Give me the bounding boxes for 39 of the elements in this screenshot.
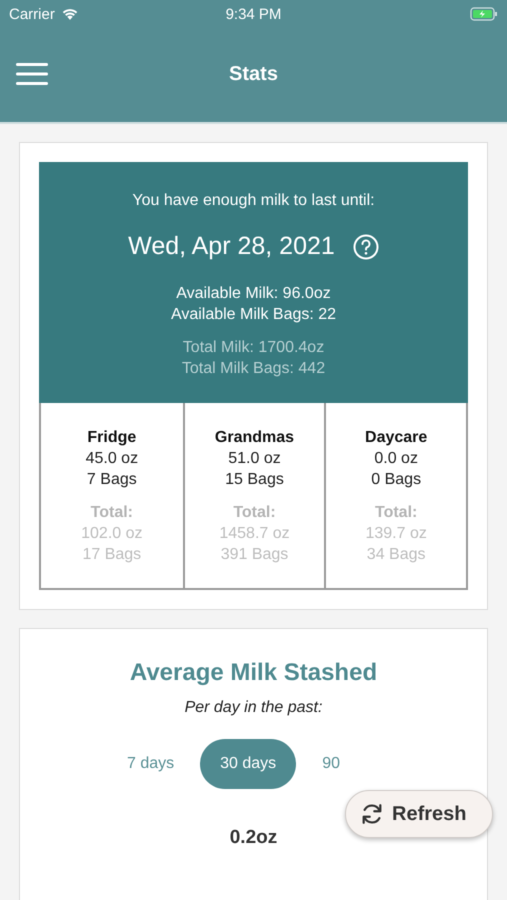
average-value: 0.2oz [230, 827, 278, 849]
location-name: Fridge [87, 428, 136, 448]
carrier-name: Carrier [9, 6, 55, 22]
location-amount: 45.0 oz [86, 449, 138, 469]
menu-icon[interactable] [16, 63, 48, 85]
location-bags: 0 Bags [371, 470, 422, 490]
period-tab[interactable]: 30 days [200, 739, 296, 789]
available-milk: Available Milk: 96.0oz [176, 284, 331, 304]
refresh-button[interactable]: Refresh [345, 790, 493, 838]
headline-text: You have enough milk to last until: [132, 192, 375, 210]
location-bags: 15 Bags [225, 470, 284, 490]
status-time: 9:34 PM [224, 6, 282, 22]
location-amount: 51.0 oz [228, 449, 281, 469]
help-icon[interactable] [352, 234, 379, 260]
period-tab[interactable]: 90 [318, 739, 344, 789]
total-amount: 139.7 oz [365, 524, 427, 544]
total-label: Total: [374, 503, 418, 523]
location-bags: 7 Bags [86, 470, 137, 490]
average-title: Average Milk Stashed [130, 659, 378, 687]
total-bags: 17 Bags [82, 545, 142, 565]
location-name: Grandmas [214, 428, 294, 448]
refresh-icon [360, 802, 384, 826]
total-label: Total: [90, 503, 133, 523]
total-bags: 34 Bags [366, 545, 426, 565]
location-amount: 0.0 oz [374, 449, 418, 469]
total-amount: 102.0 oz [81, 524, 143, 544]
end-date: Wed, Apr 28, 2021 [128, 232, 335, 261]
location-name: Daycare [365, 428, 428, 448]
total-milk: Total Milk: 1700.4oz [182, 338, 324, 358]
available-bags: Available Milk Bags: 22 [170, 305, 336, 325]
screen-title: Stats [229, 62, 278, 86]
total-amount: 1458.7 oz [219, 524, 290, 544]
battery-icon [470, 7, 498, 21]
wifi-icon [60, 7, 79, 21]
period-tab[interactable]: 7 days [123, 739, 178, 789]
total-label: Total: [233, 503, 276, 523]
total-bags: 391 Bags [220, 545, 288, 565]
average-subtitle: Per day in the past: [184, 699, 322, 717]
total-bags: Total Milk Bags: 442 [182, 359, 326, 379]
